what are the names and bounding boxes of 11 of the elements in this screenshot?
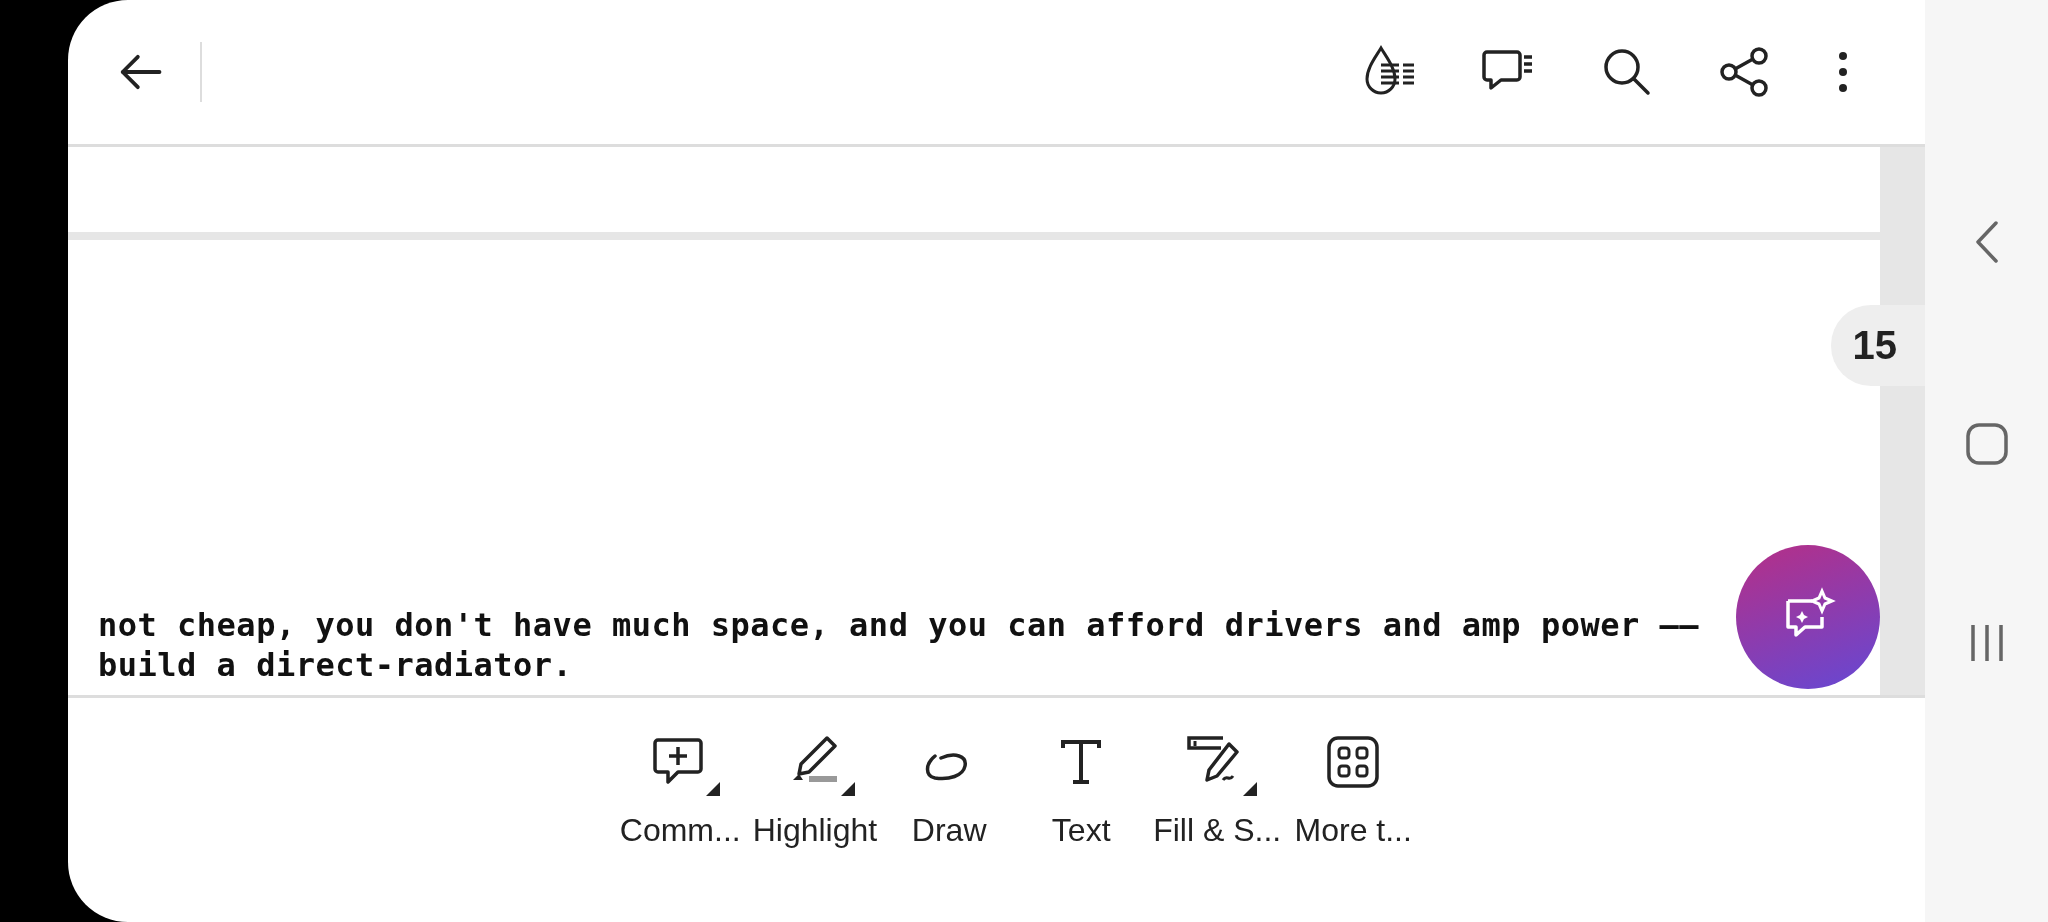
toolbar-tool-button[interactable]: More t...	[1287, 734, 1420, 849]
toolbar-tool-button[interactable]: Comm...	[613, 734, 747, 849]
toolbar-tool-button[interactable]: Text	[1015, 734, 1148, 849]
toolbar-tool-button[interactable]: Fill & S...	[1147, 734, 1288, 849]
toolbar-tool-button[interactable]: Draw	[883, 734, 1016, 849]
apps-grid-icon	[1325, 734, 1382, 790]
home-square-icon[interactable]	[1964, 422, 2009, 466]
document-text-line: not cheap, you don't have much space, and you can afford drivers and amp power ——	[98, 605, 1700, 645]
document-text-line: build a direct-radiator.	[98, 645, 573, 685]
page-number-badge: 15	[1830, 305, 1925, 386]
toolbar-tool-button[interactable]: Highlight	[746, 734, 884, 849]
